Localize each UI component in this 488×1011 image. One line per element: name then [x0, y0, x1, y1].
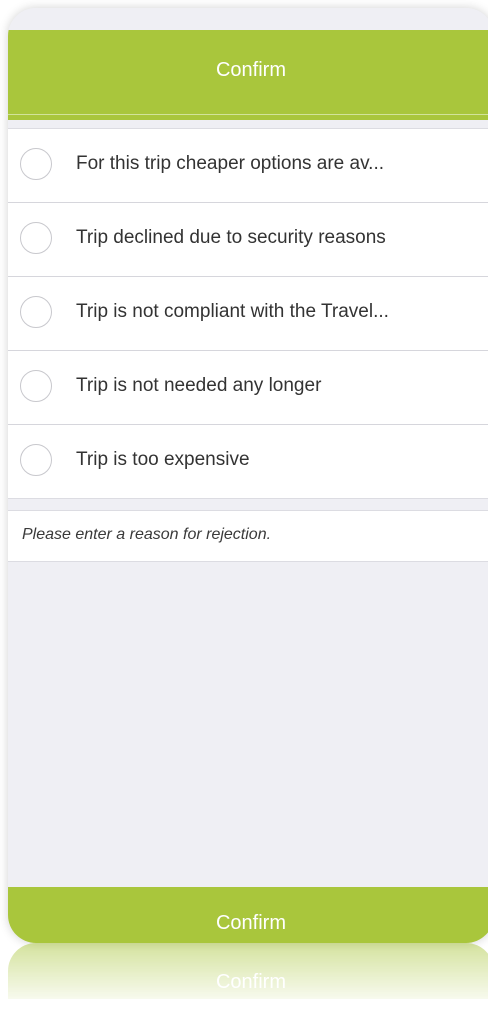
- reason-input[interactable]: [20, 525, 464, 545]
- radio-button-icon[interactable]: [20, 222, 52, 254]
- page-title: Confirm: [215, 59, 286, 81]
- option-label: Trip declined due to security reasons: [76, 227, 386, 248]
- reflection: Confirm: [8, 943, 488, 1011]
- option-label: Trip is not compliant with the Travel...: [76, 301, 389, 322]
- status-strip: [8, 8, 488, 30]
- header-divider: [8, 114, 488, 115]
- reason-option-too-expensive[interactable]: Trip is too expensive: [8, 425, 488, 498]
- reason-option-not-compliant[interactable]: Trip is not compliant with the Travel...: [8, 277, 488, 351]
- radio-button-icon[interactable]: [20, 370, 52, 402]
- phone-frame: Confirm For this trip cheaper options ar…: [8, 8, 488, 943]
- option-label: For this trip cheaper options are av...: [76, 153, 385, 174]
- reason-option-security[interactable]: Trip declined due to security reasons: [8, 203, 488, 277]
- rejection-reason-list: For this trip cheaper options are av... …: [8, 128, 488, 499]
- reason-option-not-needed[interactable]: Trip is not needed any longer: [8, 351, 488, 425]
- radio-button-icon[interactable]: [20, 296, 52, 328]
- header-bar: Confirm: [8, 30, 488, 120]
- reflection-label: Confirm: [215, 971, 286, 993]
- radio-button-icon[interactable]: [20, 444, 52, 476]
- radio-button-icon[interactable]: [20, 148, 52, 180]
- option-label: Trip is too expensive: [76, 449, 250, 470]
- reason-option-cheaper-options[interactable]: For this trip cheaper options are av...: [8, 129, 488, 203]
- reason-field-container: [8, 510, 488, 562]
- option-label: Trip is not needed any longer: [76, 375, 322, 396]
- reflection-button: Confirm: [8, 943, 488, 999]
- screen: Confirm For this trip cheaper options ar…: [0, 0, 488, 1011]
- confirm-button-label: Confirm: [215, 912, 286, 934]
- confirm-button[interactable]: Confirm: [8, 887, 488, 943]
